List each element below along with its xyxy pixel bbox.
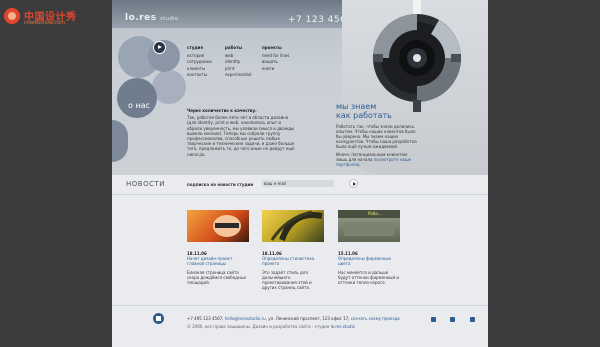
subscribe-label: подписка на новости студии — [187, 182, 254, 187]
stop-icon[interactable] — [153, 313, 164, 324]
news-thumbnail[interactable] — [262, 210, 324, 242]
news-card: 18.11.06 Начат дизайн-проект главной стр… — [187, 210, 249, 285]
footer-email-link[interactable]: hello@loresstudio.ru — [225, 316, 266, 321]
copyright-text: © 2006, все права защищены. Дизайн и раз… — [187, 324, 330, 329]
intro-heading: Через количество к качеству. — [187, 108, 257, 113]
intro-block: Через количество к качеству. Так, работа… — [187, 108, 297, 157]
watermark-icon — [4, 8, 20, 24]
studio-link[interactable]: lo.res.studio — [331, 324, 355, 329]
news-thumbnail-graphic — [213, 215, 241, 237]
footer-copyright: © 2006, все права защищены. Дизайн и раз… — [187, 324, 355, 329]
nav-column-studio: студия история сотрудники клиенты контак… — [187, 45, 212, 79]
play-icon[interactable] — [153, 41, 166, 54]
right-margin — [488, 0, 600, 347]
news-thumbnail[interactable] — [187, 210, 249, 242]
divider — [112, 194, 488, 195]
nav-column-works: работы web identity print experimental — [225, 45, 252, 79]
know-heading: мы знаем как работать — [336, 102, 392, 120]
news-title-link[interactable]: Начат дизайн-проект главной страницы — [187, 256, 249, 266]
know-title-line1: мы знаем — [336, 102, 377, 111]
know-title-line2: как работать — [336, 111, 392, 120]
news-heading: НОВОСТИ — [126, 180, 165, 188]
news-text: Нас меняется и дальше будут оттенки фирм… — [338, 270, 399, 285]
news-text: Близкая страница сайта скоро дождёмся св… — [187, 270, 247, 285]
social-icon[interactable] — [431, 317, 436, 322]
intro-text: Так, работая более пяти лет в области ди… — [187, 115, 295, 157]
left-margin: 中国设计秀 cnwebshow.com — [0, 0, 112, 347]
decor-circle — [117, 78, 157, 118]
nav-heading[interactable]: работы — [225, 45, 252, 52]
nav-heading[interactable]: проекты — [262, 45, 289, 52]
decor-circle — [152, 70, 186, 104]
watermark-en-text: cnwebshow.com — [24, 20, 65, 26]
social-icon[interactable] — [450, 317, 455, 322]
nav-link[interactable]: experimental — [225, 72, 252, 79]
email-field[interactable]: ваш e-mail — [262, 180, 334, 187]
nav-column-projects: проекты need for lines вещать книги — [262, 45, 289, 72]
watermark-logo: 中国设计秀 cnwebshow.com — [2, 6, 82, 28]
footer-phone: +7 495 123 4567, — [187, 316, 224, 321]
news-thumbnail-graphic — [270, 210, 323, 242]
page-content: lo.res studio +7 123 4567 о нас студия и… — [112, 0, 488, 347]
news-title-link[interactable]: Определены фирменные цвета — [338, 256, 400, 266]
map-link[interactable]: скачать схему проезда — [351, 316, 400, 321]
nav-link[interactable]: контакты — [187, 72, 212, 79]
news-card: 18.11.06 Определены стилистика проекта Э… — [262, 210, 324, 290]
footer-address: , ул. Ленинский проспект, 123 офис 17, — [265, 316, 350, 321]
news-thumbnail[interactable]: Рабо... — [338, 210, 400, 242]
know-text-block: Работать так, чтобы знали делились опыто… — [336, 124, 418, 167]
nav-link[interactable]: книги — [262, 66, 289, 73]
logo-text: lo.res — [125, 13, 157, 23]
nav-heading[interactable]: студия — [187, 45, 212, 52]
know-text: Работать так, чтобы знали делились опыто… — [336, 124, 417, 149]
site-logo[interactable]: lo.res studio — [125, 13, 179, 23]
social-icon[interactable] — [470, 317, 475, 322]
hero-section: lo.res studio +7 123 4567 о нас студия и… — [112, 0, 488, 175]
logo-suffix: studio — [160, 16, 179, 22]
nav-link[interactable]: сотрудники — [187, 59, 212, 66]
news-card: Рабо... 15.11.06 Определены фирменные цв… — [338, 210, 400, 285]
thumb-panel — [344, 222, 394, 236]
news-text: Это задаёт стиль для дальнейшего проекти… — [262, 270, 312, 290]
about-heading[interactable]: о нас — [128, 101, 150, 110]
footer-divider — [112, 305, 488, 306]
footer-contacts: +7 495 123 4567, hello@loresstudio.ru, у… — [187, 316, 400, 321]
footer: +7 495 123 4567, hello@loresstudio.ru, у… — [112, 305, 488, 347]
thumb-label: Рабо... — [368, 211, 382, 216]
news-title-link[interactable]: Определены стилистика проекта — [262, 256, 324, 266]
subscribe-button[interactable] — [349, 179, 358, 188]
